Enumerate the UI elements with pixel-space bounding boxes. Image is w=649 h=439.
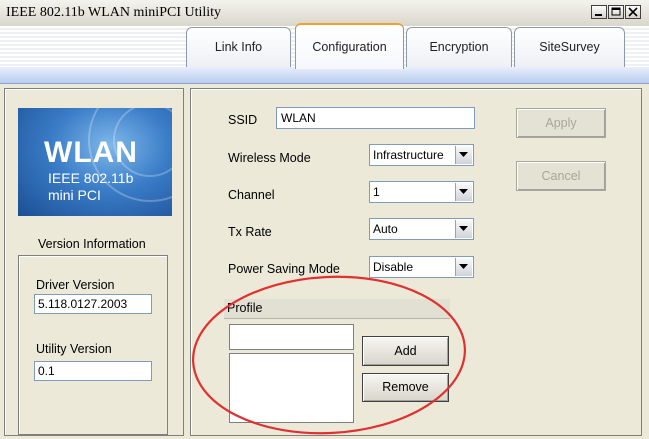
- dropdown-button[interactable]: [455, 258, 472, 276]
- chevron-down-icon: [459, 189, 468, 194]
- driver-version-field: 5.118.0127.2003: [34, 294, 152, 314]
- profile-list[interactable]: [229, 353, 354, 423]
- window-title: IEEE 802.11b WLAN miniPCI Utility: [6, 5, 222, 20]
- logo-subtitle-form-factor: mini PCI: [48, 187, 101, 203]
- channel-label: Channel: [228, 188, 275, 202]
- tab-configuration[interactable]: Configuration: [295, 23, 404, 69]
- tx-rate-label: Tx Rate: [228, 225, 272, 239]
- dropdown-button[interactable]: [455, 146, 472, 164]
- maximize-button[interactable]: [608, 5, 624, 19]
- cancel-button[interactable]: Cancel: [516, 161, 606, 191]
- close-icon: [628, 7, 638, 17]
- logo-subtitle-standard: IEEE 802.11b: [48, 170, 134, 186]
- tab-link-info[interactable]: Link Info: [186, 27, 291, 67]
- maximize-icon: [611, 7, 621, 16]
- profile-header: Profile: [224, 299, 450, 319]
- wlan-logo: WLAN IEEE 802.11b mini PCI: [18, 108, 172, 216]
- ssid-input[interactable]: WLAN: [276, 107, 475, 129]
- remove-profile-button[interactable]: Remove: [362, 373, 449, 402]
- tx-rate-select[interactable]: Auto: [369, 218, 474, 240]
- minimize-button[interactable]: [591, 5, 607, 19]
- minimize-icon: [595, 14, 602, 16]
- add-profile-button[interactable]: Add: [362, 336, 449, 366]
- wireless-mode-select[interactable]: Infrastructure: [369, 144, 474, 166]
- tab-encryption[interactable]: Encryption: [406, 27, 512, 67]
- dropdown-button[interactable]: [455, 220, 472, 238]
- ssid-label: SSID: [228, 113, 258, 127]
- channel-value: 1: [373, 185, 380, 199]
- power-saving-mode-value: Disable: [373, 260, 414, 274]
- close-button[interactable]: [625, 5, 641, 19]
- version-information-heading: Version Information: [38, 237, 146, 251]
- tab-band: [0, 67, 649, 84]
- utility-version-label: Utility Version: [36, 342, 112, 356]
- power-saving-mode-select[interactable]: Disable: [369, 256, 474, 278]
- wireless-mode-label: Wireless Mode: [228, 151, 311, 165]
- chevron-down-icon: [459, 152, 468, 157]
- chevron-down-icon: [459, 226, 468, 231]
- dropdown-button[interactable]: [455, 183, 472, 201]
- wireless-mode-value: Infrastructure: [373, 148, 444, 162]
- power-saving-mode-label: Power Saving Mode: [228, 262, 340, 276]
- chevron-down-icon: [459, 264, 468, 269]
- utility-version-field: 0.1: [34, 361, 152, 381]
- apply-button[interactable]: Apply: [516, 108, 606, 138]
- profile-label: Profile: [227, 301, 263, 315]
- channel-select[interactable]: 1: [369, 181, 474, 203]
- driver-version-label: Driver Version: [36, 278, 115, 292]
- logo-title: WLAN: [44, 136, 138, 169]
- tab-site-survey[interactable]: SiteSurvey: [514, 27, 625, 67]
- profile-name-input[interactable]: [229, 324, 354, 350]
- tx-rate-value: Auto: [373, 222, 398, 236]
